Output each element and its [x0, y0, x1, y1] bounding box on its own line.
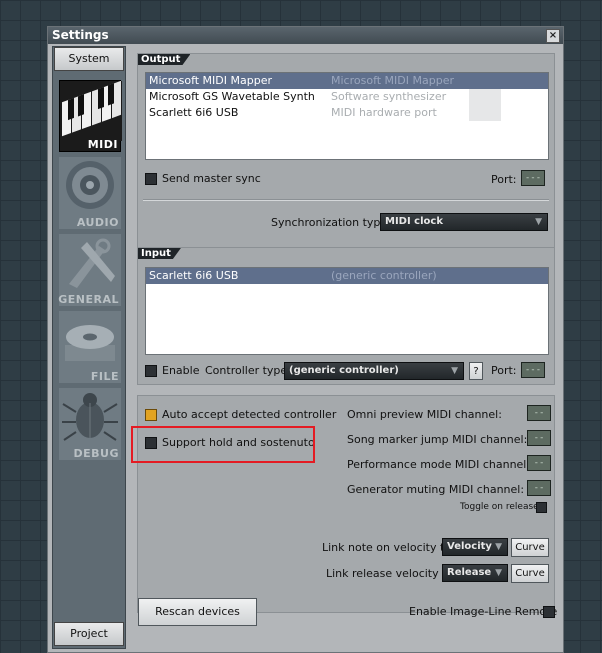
performance-mode-channel[interactable]: --: [527, 455, 551, 471]
piano-keys-icon: [60, 81, 122, 141]
enable-input-checkbox[interactable]: [145, 365, 157, 377]
output-port-label: Port:: [491, 173, 517, 186]
chevron-down-icon: ▼: [451, 366, 458, 376]
help-button[interactable]: ?: [469, 362, 483, 380]
list-item[interactable]: Microsoft GS Wavetable Synth Software sy…: [146, 89, 548, 105]
category-midi-label: MIDI: [87, 138, 118, 151]
omni-preview-label: Omni preview MIDI channel:: [347, 408, 502, 421]
chevron-down-icon: ▼: [495, 542, 502, 552]
tools-icon: [69, 238, 115, 288]
category-midi[interactable]: MIDI: [59, 80, 122, 152]
annotation-highlight-box: [131, 426, 315, 463]
output-panel: Output Microsoft MIDI Mapper Microsoft M…: [137, 53, 555, 266]
category-file-label: FILE: [90, 370, 119, 383]
settings-sidebar: System MIDI AUDIO GENERAL FILE DEBUG Pro…: [52, 46, 126, 649]
chevron-down-icon: ▼: [495, 568, 502, 578]
generator-muting-label: Generator muting MIDI channel:: [347, 483, 525, 496]
category-file[interactable]: FILE: [59, 311, 121, 383]
divider: [143, 199, 549, 201]
enable-input-label: Enable: [162, 364, 200, 377]
input-panel: Input Scarlett 6i6 USB (generic controll…: [137, 247, 555, 385]
window-titlebar[interactable]: Settings ×: [48, 27, 563, 44]
category-general[interactable]: GENERAL: [58, 234, 121, 306]
controller-type-dropdown[interactable]: (generic controller) ▼: [284, 362, 464, 380]
category-audio-label: AUDIO: [76, 216, 119, 229]
toggle-on-release-checkbox[interactable]: [536, 502, 547, 513]
input-port-display[interactable]: ---: [521, 362, 545, 378]
speaker-icon: [66, 161, 114, 209]
auto-accept-checkbox[interactable]: [145, 409, 157, 421]
send-master-sync-label: Send master sync: [162, 172, 261, 185]
category-audio[interactable]: AUDIO: [59, 157, 121, 229]
link-release-label: Link release velocity to:: [326, 567, 457, 580]
link-release-dropdown[interactable]: Release ▼: [442, 564, 508, 582]
generator-muting-channel[interactable]: --: [527, 480, 551, 496]
list-item[interactable]: Scarlett 6i6 USB MIDI hardware port: [146, 105, 548, 121]
auto-accept-label: Auto accept detected controller: [162, 408, 337, 421]
input-port-label: Port:: [491, 364, 517, 377]
release-curve-button[interactable]: Curve: [511, 564, 549, 583]
note-on-curve-button[interactable]: Curve: [511, 538, 549, 557]
sync-type-label: Synchronization type:: [271, 216, 391, 229]
song-marker-label: Song marker jump MIDI channel:: [347, 433, 528, 446]
close-icon[interactable]: ×: [546, 29, 560, 43]
sync-type-dropdown[interactable]: MIDI clock ▼: [380, 213, 548, 231]
enable-remote-checkbox[interactable]: [543, 606, 555, 618]
system-button[interactable]: System: [54, 47, 124, 71]
toggle-on-release-label: Toggle on release: [460, 502, 539, 512]
settings-window: Settings × System MIDI AUDIO GENERAL FIL…: [47, 26, 564, 653]
output-port-cell: [469, 89, 501, 105]
omni-preview-channel[interactable]: --: [527, 405, 551, 421]
list-item[interactable]: Scarlett 6i6 USB (generic controller): [146, 268, 548, 284]
category-debug-label: DEBUG: [73, 447, 119, 460]
category-general-label: GENERAL: [58, 293, 119, 306]
output-title: Output: [138, 54, 190, 65]
chevron-down-icon: ▼: [535, 217, 542, 227]
disc-icon: [65, 325, 115, 361]
song-marker-channel[interactable]: --: [527, 430, 551, 446]
link-note-on-label: Link note on velocity to:: [322, 541, 455, 554]
performance-mode-label: Performance mode MIDI channel:: [347, 458, 531, 471]
controller-type-label: Controller type:: [205, 364, 291, 377]
link-note-on-dropdown[interactable]: Velocity ▼: [442, 538, 508, 556]
window-title: Settings: [52, 28, 109, 42]
output-port-display[interactable]: ---: [521, 170, 545, 186]
output-device-list[interactable]: Microsoft MIDI Mapper Microsoft MIDI Map…: [145, 72, 549, 160]
rescan-devices-button[interactable]: Rescan devices: [138, 598, 257, 626]
bug-icon: [62, 393, 118, 441]
input-device-list[interactable]: Scarlett 6i6 USB (generic controller): [145, 267, 549, 355]
output-port-cell: [469, 105, 501, 121]
input-title: Input: [138, 248, 181, 259]
enable-remote-label: Enable Image-Line Remote: [409, 605, 558, 618]
category-debug[interactable]: DEBUG: [59, 388, 121, 460]
send-master-sync-checkbox[interactable]: [145, 173, 157, 185]
project-button[interactable]: Project: [54, 622, 124, 646]
list-item[interactable]: Microsoft MIDI Mapper Microsoft MIDI Map…: [146, 73, 548, 89]
